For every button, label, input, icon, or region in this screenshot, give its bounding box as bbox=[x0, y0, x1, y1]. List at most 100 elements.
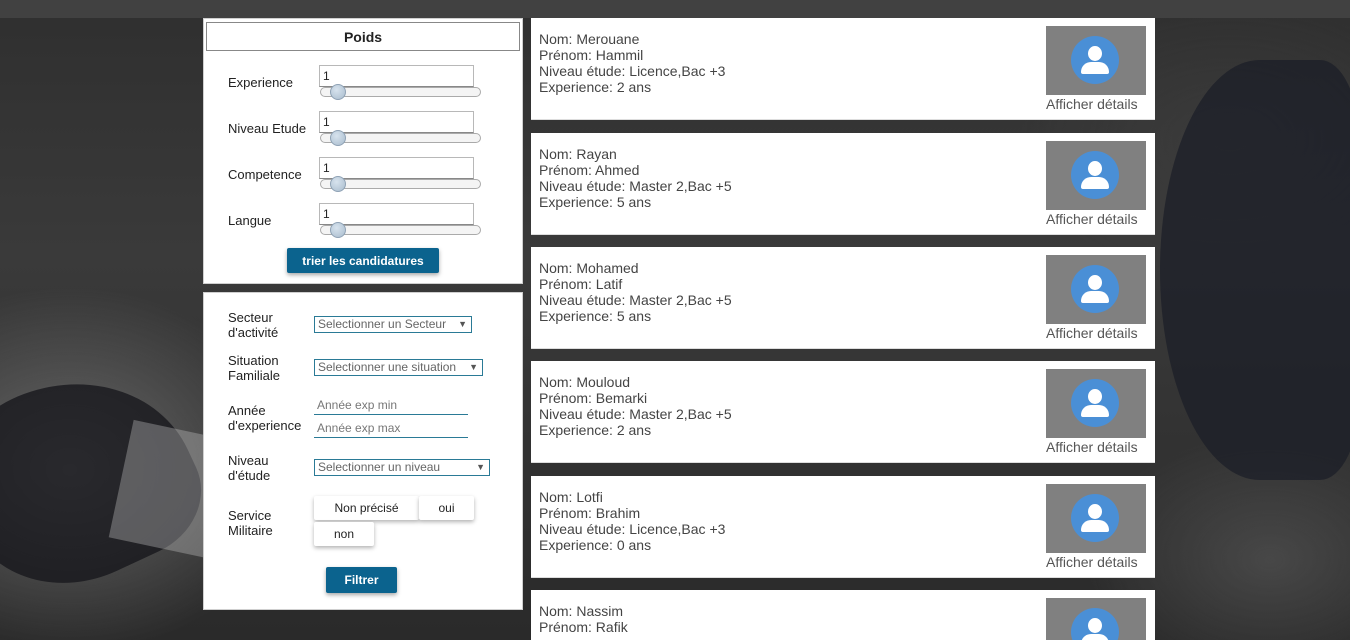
level-weight-label: Niveau Etude bbox=[228, 121, 307, 136]
military-label-line1: Service bbox=[228, 508, 272, 523]
candidate-level: Niveau étude: Master 2,Bac +5 bbox=[539, 406, 732, 422]
candidate-name: Nom: Mohamed bbox=[539, 260, 639, 276]
avatar bbox=[1046, 26, 1146, 95]
background-sleeve bbox=[1160, 60, 1350, 480]
avatar bbox=[1046, 484, 1146, 553]
candidate-info: Nom: Merouane Prénom: Hammil Niveau étud… bbox=[539, 31, 725, 95]
sort-applications-button[interactable]: trier les candidatures bbox=[287, 248, 439, 273]
user-icon bbox=[1071, 494, 1119, 542]
candidate-card: Nom: Mohamed Prénom: Latif Niveau étude:… bbox=[531, 247, 1155, 349]
level-weight-input[interactable]: 1 bbox=[319, 111, 474, 133]
filter-panel: Secteur d'activité Selectionner un Secte… bbox=[203, 292, 523, 610]
chevron-down-icon: ▼ bbox=[469, 362, 478, 372]
candidate-experience: Experience: 5 ans bbox=[539, 308, 652, 324]
candidate-card: Nom: Rayan Prénom: Ahmed Niveau étude: M… bbox=[531, 133, 1155, 235]
candidate-info: Nom: Rayan Prénom: Ahmed Niveau étude: M… bbox=[539, 146, 732, 210]
slider-thumb[interactable] bbox=[330, 130, 346, 146]
level-label-line2: d'étude bbox=[228, 468, 271, 483]
study-level-label: Niveau d'étude bbox=[228, 453, 270, 483]
family-label: Situation Familiale bbox=[228, 353, 280, 383]
slider-thumb[interactable] bbox=[330, 176, 346, 192]
candidate-card: Nom: Mouloud Prénom: Bemarki Niveau étud… bbox=[531, 361, 1155, 463]
candidate-info: Nom: Mouloud Prénom: Bemarki Niveau étud… bbox=[539, 374, 732, 438]
user-icon bbox=[1071, 379, 1119, 427]
avatar bbox=[1046, 141, 1146, 210]
experience-weight-slider[interactable] bbox=[320, 84, 481, 100]
experience-label-line1: Année bbox=[228, 403, 266, 418]
weights-panel: Poids Experience 1 Niveau Etude 1 Compet… bbox=[203, 18, 523, 284]
avatar bbox=[1046, 255, 1146, 324]
candidate-firstname: Prénom: Hammil bbox=[539, 47, 644, 63]
sector-label-line1: Secteur bbox=[228, 310, 273, 325]
level-weight-slider[interactable] bbox=[320, 130, 481, 146]
candidate-info: Nom: Lotfi Prénom: Brahim Niveau étude: … bbox=[539, 489, 725, 553]
candidate-firstname: Prénom: Ahmed bbox=[539, 162, 640, 178]
study-level-select[interactable]: Selectionner un niveau ▼ bbox=[314, 459, 490, 476]
candidate-card: Nom: Nassim Prénom: Rafik bbox=[531, 590, 1155, 640]
family-label-line2: Familiale bbox=[228, 368, 281, 383]
chevron-down-icon: ▼ bbox=[458, 319, 467, 329]
experience-min-input[interactable]: Année exp min bbox=[314, 395, 468, 415]
candidate-firstname: Prénom: Brahim bbox=[539, 505, 641, 521]
candidate-level: Niveau étude: Licence,Bac +3 bbox=[539, 63, 726, 79]
competence-weight-slider[interactable] bbox=[320, 176, 481, 192]
show-details-link[interactable]: Afficher détails bbox=[1046, 554, 1138, 570]
candidate-card: Nom: Lotfi Prénom: Brahim Niveau étude: … bbox=[531, 476, 1155, 578]
weights-title: Poids bbox=[206, 22, 520, 51]
sector-label: Secteur d'activité bbox=[228, 310, 278, 340]
user-icon bbox=[1071, 265, 1119, 313]
competence-weight-label: Competence bbox=[228, 167, 302, 182]
user-icon bbox=[1071, 151, 1119, 199]
candidate-experience: Experience: 2 ans bbox=[539, 422, 652, 438]
sector-select-value: Selectionner un Secteur bbox=[318, 317, 447, 331]
avatar bbox=[1046, 598, 1146, 640]
candidate-level: Niveau étude: Licence,Bac +3 bbox=[539, 521, 726, 537]
show-details-link[interactable]: Afficher détails bbox=[1046, 96, 1138, 112]
competence-weight-input[interactable]: 1 bbox=[319, 157, 474, 179]
show-details-link[interactable]: Afficher détails bbox=[1046, 325, 1138, 341]
experience-max-input[interactable]: Année exp max bbox=[314, 418, 468, 438]
family-label-line1: Situation bbox=[228, 353, 279, 368]
candidate-info: Nom: Mohamed Prénom: Latif Niveau étude:… bbox=[539, 260, 732, 324]
candidate-name: Nom: Nassim bbox=[539, 603, 624, 619]
candidate-experience: Experience: 5 ans bbox=[539, 194, 652, 210]
slider-thumb[interactable] bbox=[330, 84, 346, 100]
background-strip bbox=[0, 0, 1350, 18]
user-icon bbox=[1071, 608, 1119, 640]
avatar bbox=[1046, 369, 1146, 438]
military-option-yes[interactable]: oui bbox=[419, 496, 474, 520]
sector-label-line2: d'activité bbox=[228, 325, 279, 340]
family-select-value: Selectionner une situation bbox=[318, 360, 457, 374]
level-select-value: Selectionner un niveau bbox=[318, 460, 441, 474]
family-select[interactable]: Selectionner une situation ▼ bbox=[314, 359, 483, 376]
candidate-experience: Experience: 0 ans bbox=[539, 537, 652, 553]
military-option-no[interactable]: non bbox=[314, 522, 374, 546]
language-weight-label: Langue bbox=[228, 213, 272, 228]
language-weight-slider[interactable] bbox=[320, 222, 481, 238]
candidate-card: Nom: Merouane Prénom: Hammil Niveau étud… bbox=[531, 18, 1155, 120]
sector-select[interactable]: Selectionner un Secteur ▼ bbox=[314, 316, 472, 333]
chevron-down-icon: ▼ bbox=[476, 462, 485, 472]
filter-button[interactable]: Filtrer bbox=[326, 567, 397, 593]
candidate-firstname: Prénom: Rafik bbox=[539, 619, 628, 635]
candidate-level: Niveau étude: Master 2,Bac +5 bbox=[539, 292, 732, 308]
candidate-name: Nom: Mouloud bbox=[539, 374, 631, 390]
slider-thumb[interactable] bbox=[330, 222, 346, 238]
candidate-level: Niveau étude: Master 2,Bac +5 bbox=[539, 178, 732, 194]
candidate-info: Nom: Nassim Prénom: Rafik bbox=[539, 603, 628, 635]
experience-weight-input[interactable]: 1 bbox=[319, 65, 474, 87]
experience-weight-label: Experience bbox=[228, 75, 294, 90]
language-weight-input[interactable]: 1 bbox=[319, 203, 474, 225]
experience-years-label: Année d'experience bbox=[228, 403, 301, 433]
candidate-experience: Experience: 2 ans bbox=[539, 79, 652, 95]
candidate-name: Nom: Lotfi bbox=[539, 489, 603, 505]
military-option-unspecified[interactable]: Non précisé bbox=[314, 496, 419, 520]
user-icon bbox=[1071, 36, 1119, 84]
show-details-link[interactable]: Afficher détails bbox=[1046, 211, 1138, 227]
show-details-link[interactable]: Afficher détails bbox=[1046, 439, 1138, 455]
candidate-name: Nom: Rayan bbox=[539, 146, 617, 162]
level-label-line1: Niveau bbox=[228, 453, 269, 468]
candidate-firstname: Prénom: Latif bbox=[539, 276, 623, 292]
experience-label-line2: d'experience bbox=[228, 418, 302, 433]
military-label-line2: Militaire bbox=[228, 523, 273, 538]
